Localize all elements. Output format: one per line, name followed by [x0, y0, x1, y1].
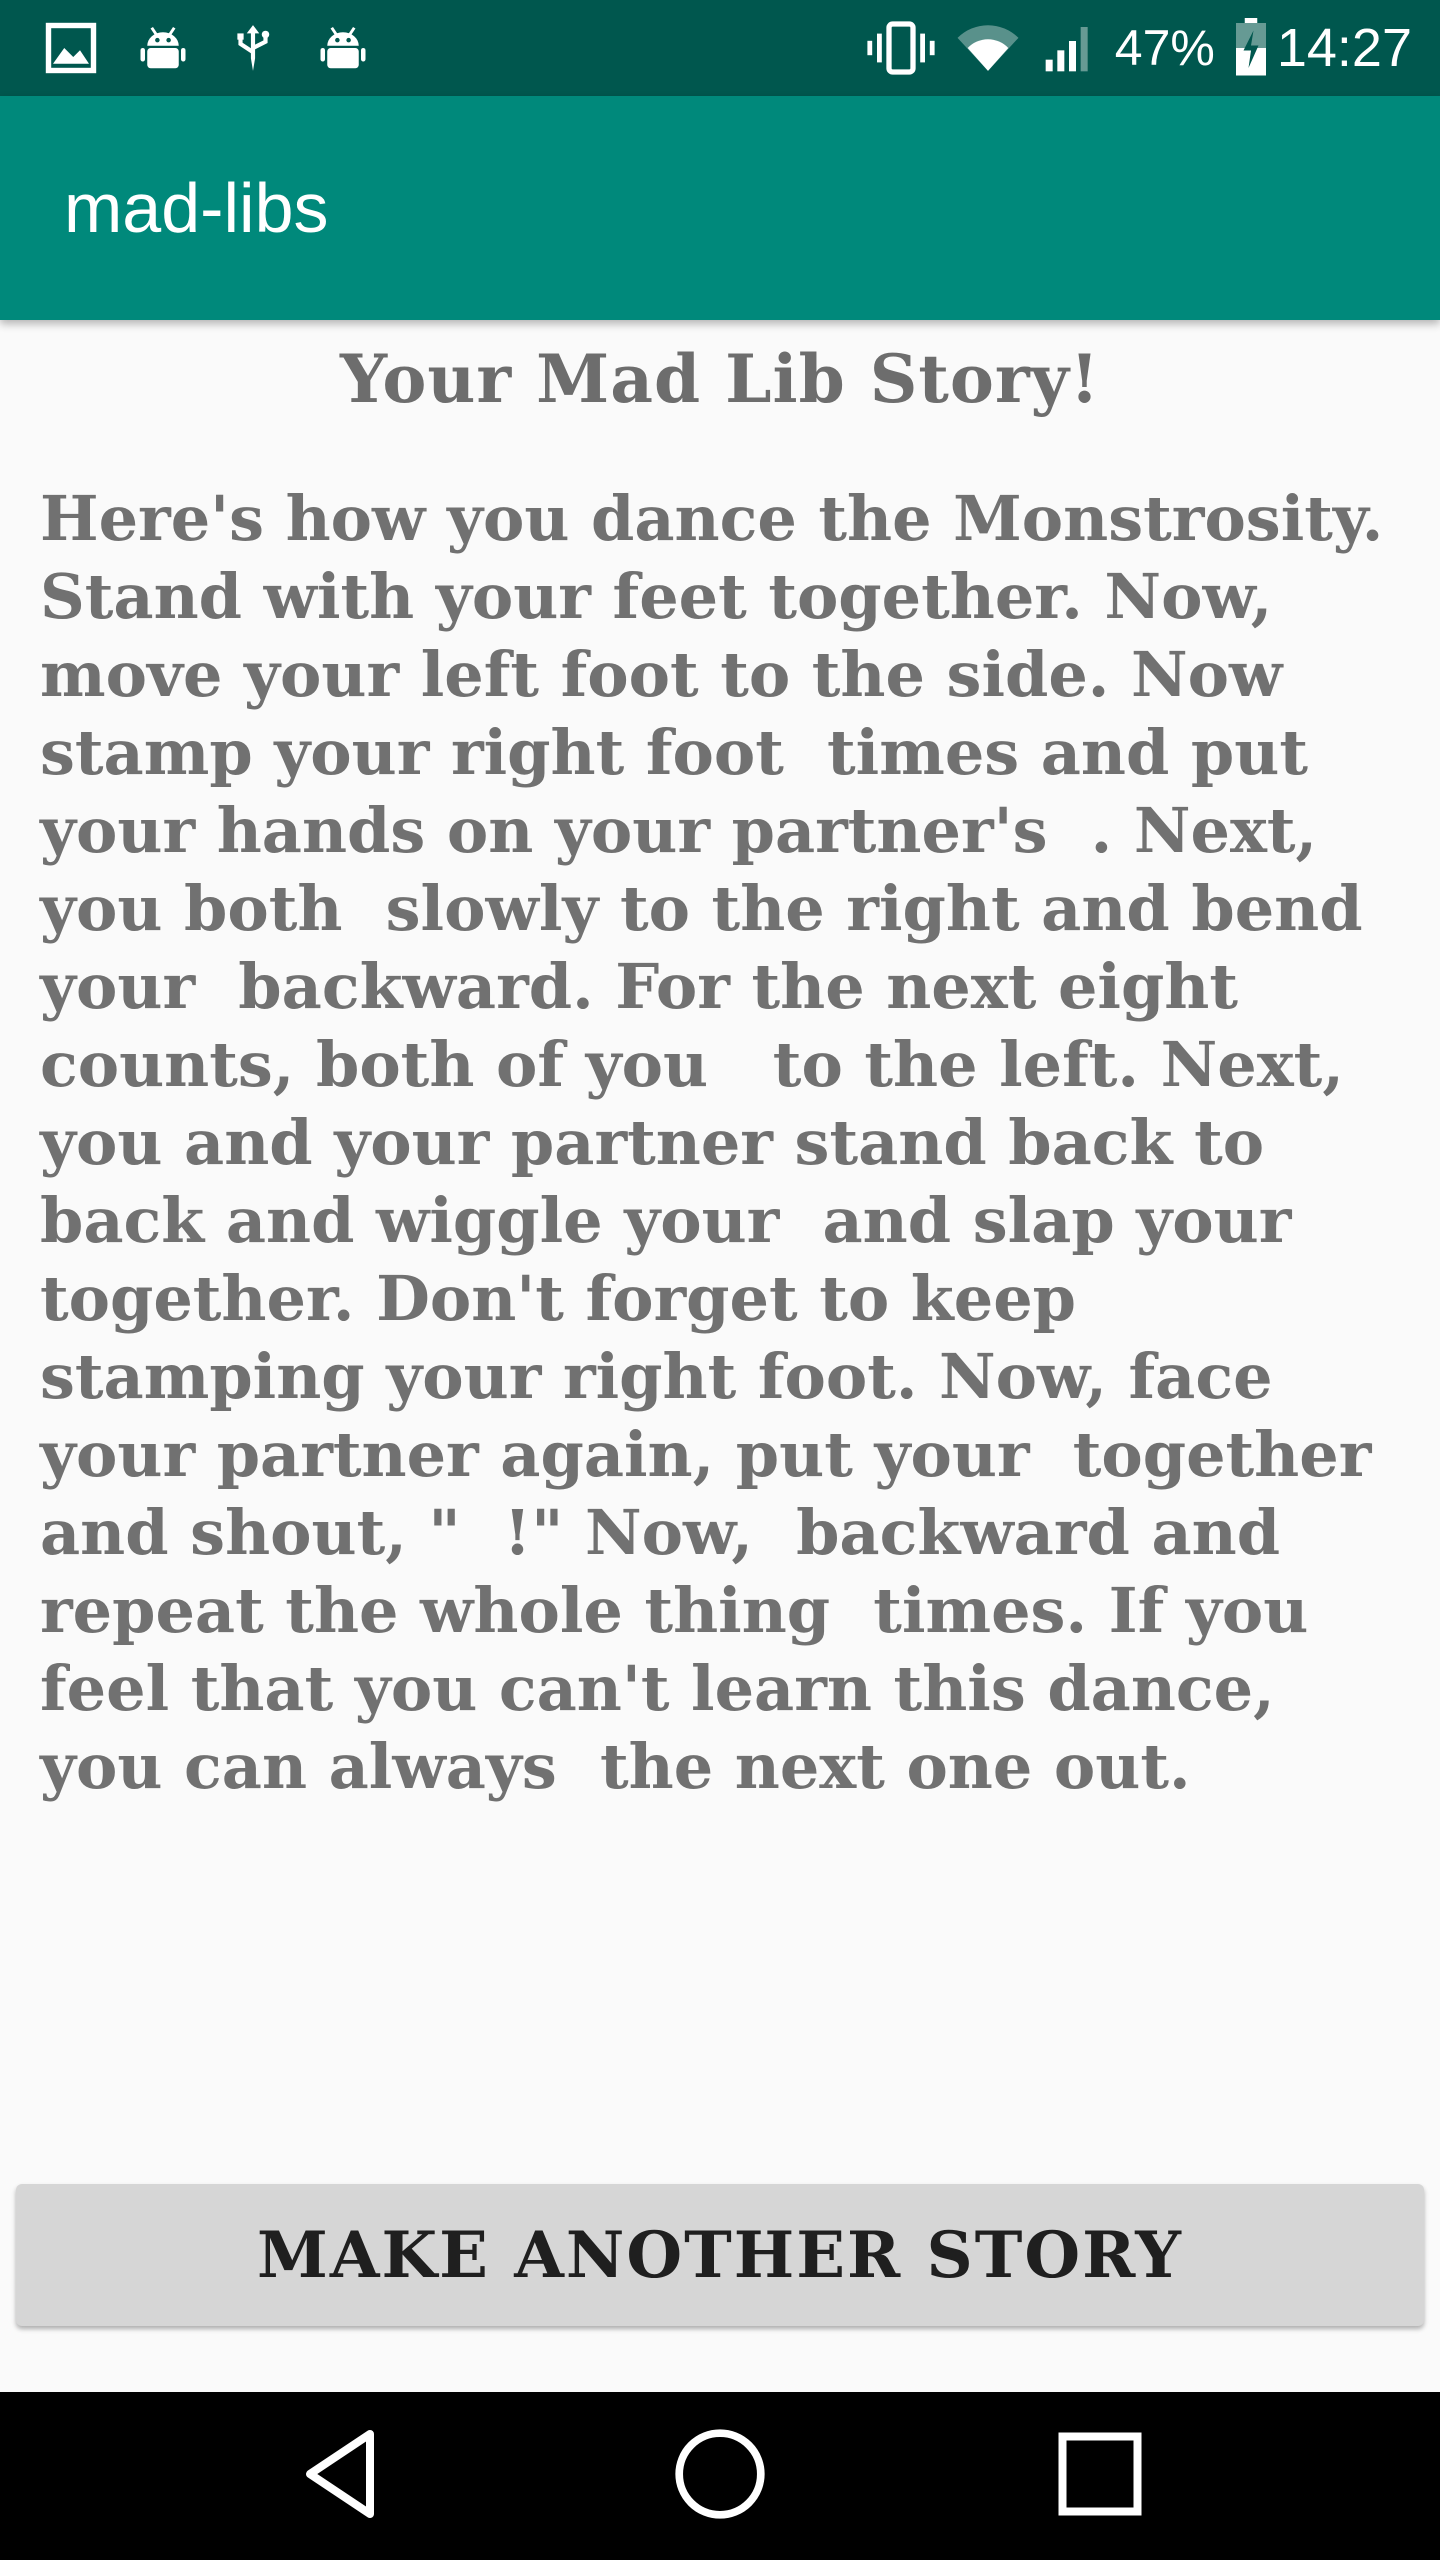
home-button[interactable] [620, 2392, 820, 2560]
battery-charging-icon [1233, 18, 1269, 78]
back-icon [295, 2424, 385, 2528]
status-bar-notifications [44, 21, 408, 75]
image-icon [44, 21, 98, 75]
signal-icon [1039, 20, 1099, 76]
clock: 14:27 [1276, 18, 1412, 78]
android-icon [316, 21, 370, 75]
vibrate-icon [865, 18, 937, 78]
navigation-bar [0, 2392, 1440, 2560]
battery-percentage: 47% [1114, 20, 1215, 76]
home-icon [672, 2426, 768, 2526]
story-text: Here's how you dance the Monstrosity. St… [40, 482, 1405, 1803]
wifi-icon [955, 21, 1021, 75]
story-heading: Your Mad Lib Story! [340, 340, 1100, 418]
status-bar: 47% 14:27 [0, 0, 1440, 96]
back-button[interactable] [240, 2392, 440, 2560]
recents-button[interactable] [1000, 2392, 1200, 2560]
android-icon [136, 21, 190, 75]
status-bar-system: 47% 14:27 [847, 17, 1412, 79]
app-bar: mad-libs [0, 96, 1440, 320]
recents-icon [1055, 2429, 1145, 2523]
make-another-story-button[interactable]: MAKE ANOTHER STORY [16, 2184, 1424, 2326]
usb-icon [228, 21, 278, 75]
app-title: mad-libs [64, 169, 329, 247]
